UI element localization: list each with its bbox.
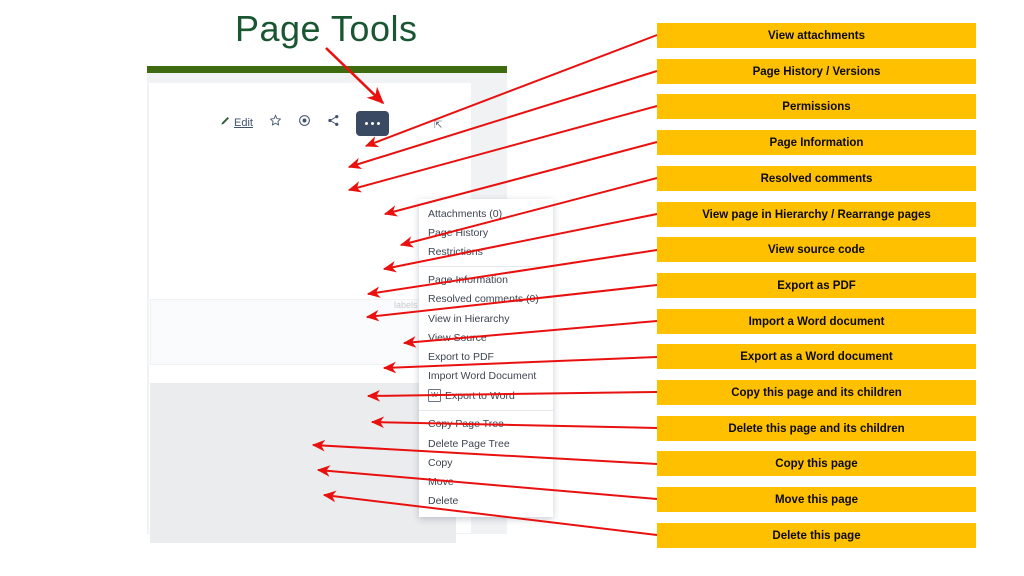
callout-box: Export as PDF	[657, 273, 976, 298]
ellipsis-icon	[364, 121, 368, 125]
menu-item[interactable]: Page Information	[419, 271, 553, 290]
callout-box: View attachments	[657, 23, 976, 48]
callout-box: Page Information	[657, 130, 976, 155]
menu-item[interactable]: Export to PDF	[419, 347, 553, 366]
menu-item-label: Copy	[428, 456, 453, 469]
menu-item-label: Export to Word	[445, 389, 515, 402]
menu-item[interactable]: Restrictions	[419, 242, 553, 261]
pencil-icon	[219, 114, 230, 132]
page-title: Page Tools	[235, 8, 418, 49]
callout-label: Permissions	[782, 100, 851, 113]
callout-box: View source code	[657, 237, 976, 262]
menu-item-label: View in Hierarchy	[428, 312, 510, 325]
edit-label: Edit	[234, 117, 253, 129]
callout-label: Delete this page and its children	[728, 422, 905, 435]
callout-label: Export as a Word document	[740, 350, 893, 363]
callout-label: View page in Hierarchy / Rearrange pages	[702, 208, 931, 221]
ellipsis-icon	[376, 121, 380, 125]
menu-item[interactable]: Attachments (0)	[419, 204, 553, 223]
callout-box: Import a Word document	[657, 309, 976, 334]
callout-label: Resolved comments	[760, 172, 873, 185]
star-icon	[269, 114, 282, 132]
menu-item-label: Copy Page Tree	[428, 418, 504, 431]
share-icon	[327, 114, 340, 132]
star-button[interactable]	[269, 114, 282, 132]
menu-separator	[419, 409, 553, 411]
page-tools-menu[interactable]: Attachments (0) Page History Restrictions P…	[419, 199, 553, 517]
menu-item-label: Import Word Document	[428, 370, 537, 383]
menu-item[interactable]: Import Word Document	[419, 367, 553, 386]
menu-item-label: Move	[428, 476, 454, 489]
menu-item-label: Attachments (0)	[428, 207, 503, 220]
menu-separator	[419, 265, 553, 267]
menu-item-label: View Source	[428, 331, 487, 344]
callout-box: Copy this page	[657, 451, 976, 476]
eye-icon	[298, 114, 311, 132]
callout-label: View source code	[768, 243, 865, 256]
callout-label: Move this page	[774, 493, 859, 506]
callout-label: Copy this page	[775, 457, 858, 470]
menu-item-label: Delete Page Tree	[428, 437, 510, 450]
menu-item[interactable]: Delete	[419, 492, 553, 511]
menu-item-label: Export to PDF	[428, 350, 494, 363]
callout-box: Resolved comments	[657, 166, 976, 191]
page-toolbar: Edit	[219, 108, 389, 138]
callout-box: Permissions	[657, 94, 976, 119]
menu-item[interactable]: Copy	[419, 453, 553, 472]
menu-item-label: Restrictions	[428, 245, 483, 258]
menu-item[interactable]: Page History	[419, 223, 553, 242]
menu-item[interactable]: Delete Page Tree	[419, 434, 553, 453]
callout-box: Copy this page and its children	[657, 380, 976, 405]
callout-label: View attachments	[768, 29, 865, 42]
menu-item[interactable]: View in Hierarchy	[419, 309, 553, 328]
app-top-bar	[147, 66, 507, 73]
collapse-icon[interactable]: ⇱	[434, 120, 442, 131]
word-icon: W	[428, 389, 441, 403]
menu-item[interactable]: Move	[419, 472, 553, 491]
callout-box: Delete this page and its children	[657, 416, 976, 441]
callout-label: Delete this page	[772, 529, 861, 542]
menu-item[interactable]: Resolved comments (0)	[419, 290, 553, 309]
menu-item-label: Delete	[428, 495, 459, 508]
callout-label: Page Information	[769, 136, 864, 149]
confluence-screenshot: Edit ⇱ labels Attachments (0) Page Histo…	[147, 66, 553, 543]
callout-box: Move this page	[657, 487, 976, 512]
menu-item-label: Page History	[428, 226, 489, 239]
edit-button[interactable]: Edit	[219, 114, 253, 132]
callout-label: Copy this page and its children	[731, 386, 902, 399]
page-tools-more-button[interactable]	[355, 110, 389, 136]
menu-item[interactable]: Copy Page Tree	[419, 415, 553, 434]
content-block-lower	[150, 383, 456, 543]
menu-item-label: Page Information	[428, 274, 508, 287]
callout-label: Export as PDF	[777, 279, 856, 292]
callout-box: Export as a Word document	[657, 344, 976, 369]
share-button[interactable]	[327, 114, 340, 132]
callout-box: Delete this page	[657, 523, 976, 548]
callout-box: View page in Hierarchy / Rearrange pages	[657, 202, 976, 227]
callout-label: Page History / Versions	[752, 65, 881, 78]
watch-button[interactable]	[298, 114, 311, 132]
menu-item-label: Resolved comments (0)	[428, 293, 539, 306]
menu-item[interactable]: W Export to Word	[419, 386, 553, 406]
callout-box: Page History / Versions	[657, 59, 976, 84]
callout-label: Import a Word document	[748, 315, 885, 328]
labels-text: labels	[394, 299, 418, 310]
ellipsis-icon	[370, 121, 374, 125]
menu-item[interactable]: View Source	[419, 328, 553, 347]
